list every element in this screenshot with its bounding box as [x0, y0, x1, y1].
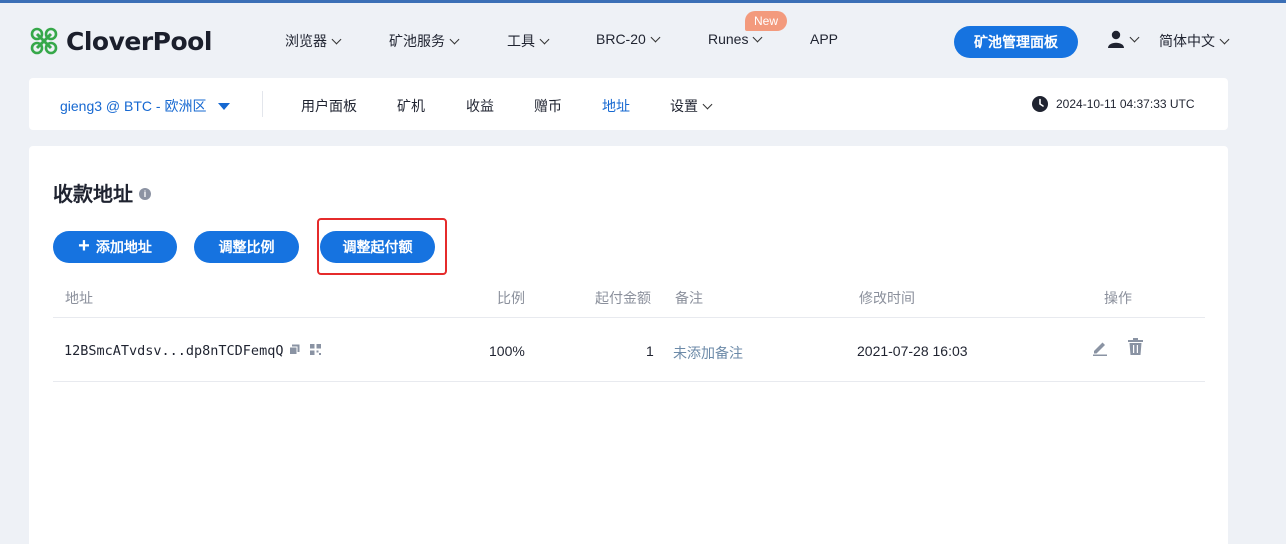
clock-icon: [1032, 96, 1048, 112]
address-panel: 收款地址 i + 添加地址 调整比例 调整起付额 地址 比例 起付金额 备注 修…: [29, 146, 1228, 544]
server-time: 2024-10-11 04:37:33 UTC: [1032, 96, 1195, 112]
tab-settings[interactable]: 设置: [670, 96, 713, 116]
address-cell: 12BSmcATvdsv...dp8nTCDFemqQ: [64, 343, 322, 359]
account-selector[interactable]: gieng3 @ BTC - 欧洲区: [60, 96, 231, 116]
ratio-cell: 100%: [489, 343, 525, 359]
language-selector[interactable]: 简体中文: [1159, 31, 1230, 51]
tab-label: 设置: [670, 98, 698, 114]
chevron-down-icon: [539, 34, 550, 44]
top-navigation: CloverPool 浏览器 矿池服务 工具 BRC-20 Runes New …: [0, 3, 1286, 75]
chevron-down-icon: [753, 32, 763, 42]
nav-tools[interactable]: 工具: [507, 31, 550, 51]
chevron-down-icon: [331, 34, 342, 44]
user-menu[interactable]: [1107, 30, 1140, 48]
button-label: 添加地址: [95, 239, 152, 255]
tab-earnings[interactable]: 收益: [466, 96, 494, 116]
tab-user-dashboard[interactable]: 用户面板: [301, 96, 357, 116]
info-icon[interactable]: i: [139, 187, 151, 200]
divider: [53, 317, 1205, 318]
brand-name: CloverPool: [66, 26, 212, 56]
nav-label: 矿池服务: [389, 33, 445, 49]
nav-explorer[interactable]: 浏览器: [285, 31, 342, 51]
clover-icon: [30, 27, 58, 55]
col-ratio: 比例: [497, 290, 525, 306]
note-cell[interactable]: 未添加备注: [673, 343, 743, 363]
chevron-down-icon: [702, 99, 713, 109]
nav-pool-services[interactable]: 矿池服务: [389, 31, 460, 51]
nav-label: BRC-20: [596, 31, 646, 47]
highlight-box: [317, 218, 447, 275]
tab-bonus[interactable]: 赠币: [534, 96, 562, 116]
chevron-down-icon: [650, 32, 661, 42]
title-label: 收款地址: [53, 184, 133, 206]
time-label: 2024-10-11 04:37:33 UTC: [1056, 97, 1195, 111]
add-address-button[interactable]: + 添加地址: [53, 231, 177, 263]
copy-icon[interactable]: [289, 343, 300, 359]
chevron-down-icon: [1219, 34, 1230, 44]
nav-brc20[interactable]: BRC-20: [596, 31, 661, 47]
threshold-cell: 1: [646, 343, 654, 359]
edit-icon[interactable]: [1091, 338, 1109, 356]
trash-icon[interactable]: [1128, 338, 1143, 356]
col-address: 地址: [65, 290, 93, 306]
language-label: 简体中文: [1159, 33, 1215, 49]
plus-icon: +: [78, 235, 90, 257]
pool-dashboard-button[interactable]: 矿池管理面板: [954, 26, 1078, 58]
divider: [53, 381, 1205, 382]
nav-runes[interactable]: Runes: [708, 31, 763, 47]
caret-down-icon: [218, 102, 231, 110]
nav-app[interactable]: APP: [810, 31, 838, 47]
col-modified-time: 修改时间: [859, 290, 915, 306]
new-badge: New: [745, 11, 788, 31]
qr-code-icon[interactable]: [310, 343, 322, 359]
col-actions: 操作: [1104, 290, 1132, 306]
nav-label: 浏览器: [285, 33, 327, 49]
divider: [262, 91, 263, 117]
adjust-ratio-button[interactable]: 调整比例: [194, 231, 299, 263]
chevron-down-icon: [1129, 32, 1140, 42]
nav-label: APP: [810, 31, 839, 47]
col-threshold: 起付金额: [595, 290, 651, 306]
chevron-down-icon: [449, 34, 460, 44]
col-note: 备注: [675, 290, 703, 306]
account-label: gieng3 @ BTC - 欧洲区: [60, 98, 207, 114]
tab-miners[interactable]: 矿机: [397, 96, 425, 116]
nav-label: 工具: [507, 33, 535, 49]
sub-navigation: gieng3 @ BTC - 欧洲区 用户面板 矿机 收益 赠币 地址 设置 2…: [29, 78, 1228, 130]
brand-logo[interactable]: CloverPool: [28, 25, 212, 57]
user-icon: [1108, 30, 1124, 48]
page-title: 收款地址 i: [53, 178, 151, 207]
modified-time-cell: 2021-07-28 16:03: [857, 343, 968, 359]
tab-address[interactable]: 地址: [602, 96, 630, 116]
address-value: 12BSmcATvdsv...dp8nTCDFemqQ: [64, 343, 284, 359]
nav-label: Runes: [708, 31, 749, 47]
